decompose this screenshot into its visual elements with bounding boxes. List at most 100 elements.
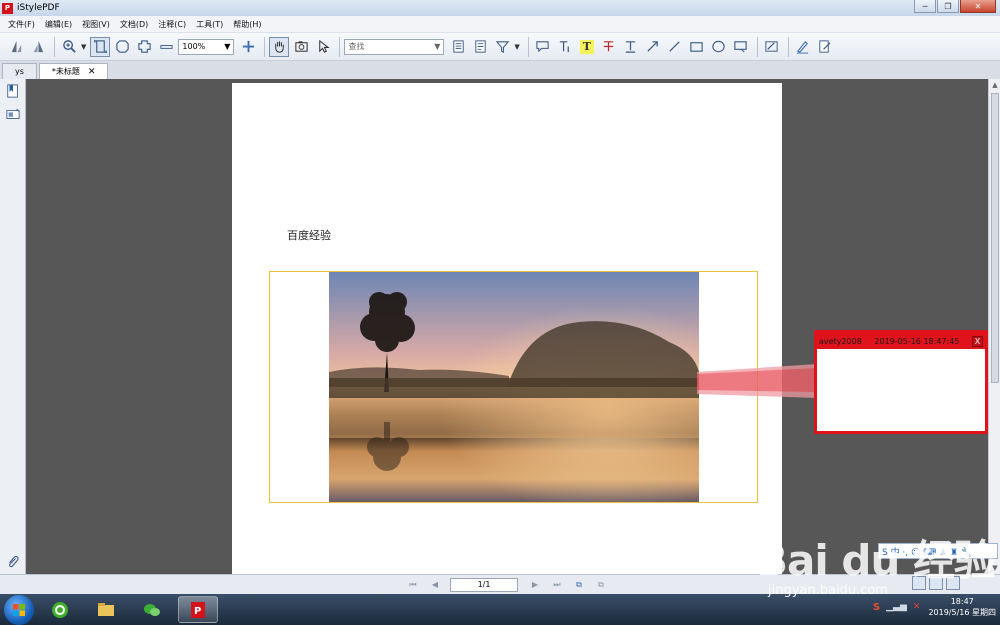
continuous-view-icon[interactable] [929,576,943,590]
fit-width-icon[interactable] [112,37,132,57]
window-title: iStylePDF [17,3,60,13]
minimize-button[interactable]: ─ [914,0,936,13]
arrow-icon[interactable] [643,37,663,57]
app-logo-icon: P [2,2,13,14]
menu-tools[interactable]: 工具(T) [196,19,223,30]
close-tab-icon[interactable]: ✕ [88,67,96,77]
next-page-icon[interactable]: ▶ [528,578,542,592]
menu-view[interactable]: 视图(V) [82,19,110,30]
zoom-dropdown-icon[interactable]: ▼ [81,43,86,51]
actual-size-icon[interactable] [134,37,154,57]
pdf-page: 百度经验 [232,83,782,574]
tab-label: *未标题 [51,67,80,76]
title-bar: P iStylePDF ─ ❐ ✕ [0,0,1000,16]
zoom-in-icon[interactable] [59,37,79,57]
vertical-scrollbar[interactable]: ▲ ▼ [988,79,1000,574]
last-page-nav-icon[interactable]: ⏭ [550,578,564,592]
comment-popup[interactable]: avety2008 2019-05-16 18:47:45 X [814,330,988,434]
toolbar-separator [264,36,266,57]
snapshot-icon[interactable] [291,37,311,57]
filter-icon[interactable] [492,37,512,57]
menu-help[interactable]: 帮助(H) [233,19,261,30]
facing-view-icon[interactable] [946,576,960,590]
document-info-icon[interactable] [470,37,490,57]
menu-bar: 文件(F) 编辑(E) 视图(V) 文档(D) 注释(C) 工具(T) 帮助(H… [0,16,1000,33]
volume-icon[interactable]: ✕ [913,602,921,612]
browser-taskbar-icon[interactable] [40,596,80,623]
ime-label: S 中 ·, ☺ ⌨ ♟ ♜ 🔧 [882,547,973,558]
tab-untitled[interactable]: *未标题 ✕ [38,63,109,79]
explorer-taskbar-icon[interactable] [86,596,126,623]
comment-timestamp: 2019-05-16 18:47:45 [874,336,960,346]
callout-icon[interactable] [731,37,751,57]
clock-date: 2019/5/16 星期四 [928,608,996,617]
comment-close-button[interactable]: X [971,335,983,347]
document-tab-bar: ys *未标题 ✕ [0,61,1000,79]
toolbar-separator [756,36,758,57]
side-panel [0,79,26,574]
ime-tray-icon[interactable]: S [873,602,880,613]
first-page-nav-icon[interactable]: ⏮ [406,578,420,592]
last-page-icon[interactable] [28,37,48,57]
tab-label: ys [15,67,24,76]
tab-ys[interactable]: ys [2,63,37,79]
search-input[interactable]: 查找 ▼ [344,38,445,55]
document-properties-icon[interactable] [448,37,468,57]
ellipse-icon[interactable] [709,37,729,57]
zoom-out-icon[interactable] [156,37,176,57]
search-placeholder: 查找 [348,42,365,51]
filter-dropdown-icon[interactable]: ▼ [514,43,519,51]
text-insert-icon[interactable] [555,37,575,57]
start-button[interactable] [4,594,34,625]
thumbnails-icon[interactable] [5,107,20,122]
underline-icon[interactable] [621,37,641,57]
first-page-icon[interactable] [6,37,26,57]
hand-tool-icon[interactable] [269,36,290,57]
zoom-select[interactable]: 100% ▼ [178,38,235,55]
note-icon[interactable] [533,37,553,57]
scroll-thumb[interactable] [991,93,999,383]
menu-file[interactable]: 文件(F) [8,19,35,30]
toolbar-separator [527,36,529,57]
page-number-input[interactable]: 1/1 [450,577,518,592]
restore-button[interactable]: ❐ [937,0,959,13]
prev-page-icon[interactable]: ◀ [428,578,442,592]
single-page-view-icon[interactable] [912,576,926,590]
fit-page-icon[interactable] [90,36,111,57]
wechat-taskbar-icon[interactable] [132,596,172,623]
zoom-value: 100% [182,42,206,51]
next-view-icon[interactable]: ⧉ [594,578,608,592]
clock[interactable]: 18:47 2019/5/16 星期四 [928,596,996,618]
landscape-photo [329,272,699,502]
sign-icon[interactable] [762,37,782,57]
comment-header[interactable]: avety2008 2019-05-16 18:47:45 X [817,333,985,349]
scroll-up-icon[interactable]: ▲ [990,80,1000,90]
prev-view-icon[interactable]: ⧉ [572,578,586,592]
comment-author: avety2008 [819,336,862,346]
toolbar-separator [339,36,341,57]
zoom-plus-icon[interactable] [238,37,258,57]
attachment-icon[interactable] [5,554,20,569]
bookmark-icon[interactable] [5,83,20,98]
document-viewer[interactable]: 百度经验 [26,79,988,574]
menu-comment[interactable]: 注释(C) [158,19,186,30]
close-button[interactable]: ✕ [960,0,996,13]
network-icon[interactable]: ▁▃▅ [886,602,907,612]
comment-connector [697,364,817,398]
toolbar-separator [54,36,55,57]
scroll-down-icon[interactable]: ▼ [990,563,1000,573]
strikeout-icon[interactable] [599,37,619,57]
istylepdf-taskbar-icon[interactable]: P [178,596,218,623]
select-tool-icon[interactable] [313,37,333,57]
page-navigation: ⏮ ◀ 1/1 ▶ ⏭ ⧉ ⧉ [0,574,1000,594]
highlight-text-icon[interactable]: T [577,37,597,57]
menu-document[interactable]: 文档(D) [120,19,148,30]
windows-taskbar: P S ▁▃▅ ✕ 18:47 2019/5/16 星期四 [0,594,1000,625]
ime-toolbar[interactable]: S 中 ·, ☺ ⌨ ♟ ♜ 🔧 [878,543,998,559]
form-edit-icon[interactable] [815,37,835,57]
image-frame[interactable] [269,271,758,503]
pencil-icon[interactable] [793,37,813,57]
menu-edit[interactable]: 编辑(E) [45,19,72,30]
rectangle-icon[interactable] [687,37,707,57]
line-icon[interactable] [665,37,685,57]
